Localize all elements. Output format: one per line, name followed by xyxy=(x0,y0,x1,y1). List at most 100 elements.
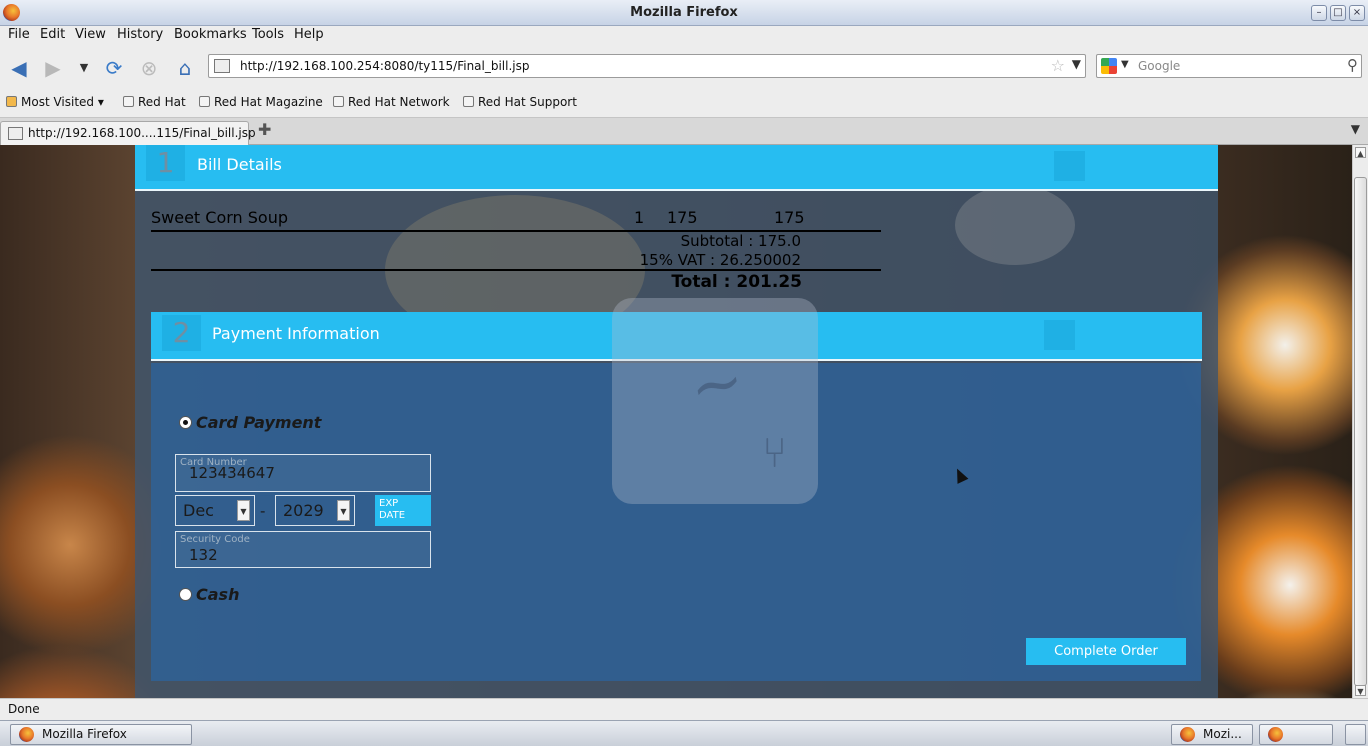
window-titlebar: Mozilla Firefox – □ × xyxy=(0,0,1368,26)
menu-tools[interactable]: Tools xyxy=(252,27,284,42)
section-title: Bill Details xyxy=(197,155,282,174)
chevron-down-icon: ▾ xyxy=(94,95,104,109)
bill-item-amount: 175 xyxy=(774,208,805,227)
url-text[interactable]: http://192.168.100.254:8080/ty115/Final_… xyxy=(240,59,530,73)
order-page: 1 Bill Details Sweet Corn Soup 1 175 175… xyxy=(135,145,1218,698)
exp-month-select[interactable]: Dec ▼ xyxy=(175,495,255,526)
forward-arrow-icon[interactable]: ▶ xyxy=(41,56,65,80)
page-icon xyxy=(8,127,23,140)
tab-strip: http://192.168.100....115/Final_bill.jsp… xyxy=(0,118,1368,145)
bill-subtotal: Subtotal : 175.0 xyxy=(680,232,801,250)
bookmark-icon xyxy=(199,96,210,107)
most-visited-label: Most Visited xyxy=(21,95,95,109)
exp-separator: - xyxy=(260,502,266,520)
bookmarks-toolbar: Most Visited ▾ Red Hat Red Hat Magazine … xyxy=(0,88,1368,118)
bookmark-red-hat-magazine[interactable]: Red Hat Magazine xyxy=(199,95,323,109)
menu-view[interactable]: View xyxy=(75,27,106,42)
taskbar: Mozilla Firefox Mozi... xyxy=(0,720,1368,746)
bill-details-header: 1 Bill Details xyxy=(135,145,1218,191)
fork-icon: ⑂ xyxy=(762,428,788,477)
firefox-icon xyxy=(19,727,34,742)
menu-logo: ~ ⑂ xyxy=(612,298,818,504)
url-dropdown-icon[interactable]: ▼ xyxy=(1072,57,1081,71)
exp-date-badge: EXP DATE xyxy=(375,495,431,526)
home-icon[interactable]: ⌂ xyxy=(173,56,197,80)
tab-label: http://192.168.100....115/Final_bill.jsp xyxy=(28,126,256,140)
section-number: 2 xyxy=(162,315,201,351)
stop-icon[interactable]: ⊗ xyxy=(137,56,161,80)
vertical-scrollbar[interactable]: ▲ ▼ xyxy=(1352,145,1368,698)
menu-edit[interactable]: Edit xyxy=(40,27,65,42)
menu-bookmarks[interactable]: Bookmarks xyxy=(174,27,247,42)
magnifier-icon[interactable]: ⚲ xyxy=(1347,56,1358,74)
url-bar[interactable]: http://192.168.100.254:8080/ty115/Final_… xyxy=(208,54,1086,78)
search-engine-dropdown-icon[interactable]: ▼ xyxy=(1121,59,1129,70)
taskbar-item-firefox-2[interactable]: Mozi... xyxy=(1171,724,1253,745)
exp-year-select[interactable]: 2029 ▼ xyxy=(275,495,355,526)
section-toggle[interactable] xyxy=(1054,151,1085,181)
bookmark-label: Red Hat xyxy=(138,95,186,109)
bill-item-price: 175 xyxy=(667,208,698,227)
scrollbar-thumb[interactable] xyxy=(1354,177,1367,686)
bill-total: Total : 201.25 xyxy=(671,272,802,292)
bookmark-folder-icon xyxy=(6,96,17,107)
chevron-down-icon[interactable]: ▼ xyxy=(337,500,350,521)
workspace-switcher[interactable] xyxy=(1259,724,1333,745)
taskbar-item-firefox[interactable]: Mozilla Firefox xyxy=(10,724,192,745)
card-payment-label[interactable]: Card Payment xyxy=(196,413,321,432)
maximize-button[interactable]: □ xyxy=(1330,5,1346,21)
google-icon[interactable] xyxy=(1101,58,1117,74)
minimize-button[interactable]: – xyxy=(1311,5,1327,21)
complete-order-button[interactable]: Complete Order xyxy=(1026,638,1186,665)
bookmark-red-hat[interactable]: Red Hat xyxy=(123,95,186,109)
status-bar: Done xyxy=(0,698,1368,720)
search-bar[interactable]: ▼ Google ⚲ xyxy=(1096,54,1362,78)
scroll-up-icon[interactable]: ▲ xyxy=(1355,147,1366,158)
taskbar-item-label: Mozi... xyxy=(1203,727,1242,741)
menu-file[interactable]: File xyxy=(8,27,30,42)
cash-label[interactable]: Cash xyxy=(196,585,239,604)
security-code-value: 132 xyxy=(189,546,218,564)
menu-history[interactable]: History xyxy=(117,27,163,42)
security-code-field[interactable]: Security Code 132 xyxy=(175,531,431,568)
card-number-field[interactable]: Card Number 123434647 xyxy=(175,454,431,492)
history-dropdown-icon[interactable]: ▼ xyxy=(72,56,96,80)
reload-icon[interactable]: ⟳ xyxy=(102,56,126,80)
bookmark-red-hat-network[interactable]: Red Hat Network xyxy=(333,95,450,109)
card-payment-radio[interactable] xyxy=(179,416,192,429)
scroll-down-icon[interactable]: ▼ xyxy=(1355,685,1366,696)
bookmark-label: Red Hat Network xyxy=(348,95,450,109)
tab-final-bill[interactable]: http://192.168.100....115/Final_bill.jsp xyxy=(0,121,256,145)
firefox-icon xyxy=(1180,727,1195,742)
navigation-toolbar: ◀ ▶ ▼ ⟳ ⊗ ⌂ http://192.168.100.254:8080/… xyxy=(0,48,1368,88)
show-desktop-icon[interactable] xyxy=(1345,724,1366,745)
section-number: 1 xyxy=(146,145,185,181)
bookmark-red-hat-support[interactable]: Red Hat Support xyxy=(463,95,577,109)
close-button[interactable]: × xyxy=(1349,5,1365,21)
bookmark-icon xyxy=(463,96,474,107)
bookmark-label: Red Hat Magazine xyxy=(214,95,323,109)
section-toggle[interactable] xyxy=(1044,320,1075,350)
taskbar-item-label: Mozilla Firefox xyxy=(42,727,127,741)
bill-item-name: Sweet Corn Soup xyxy=(151,208,289,227)
firefox-icon xyxy=(1268,727,1283,742)
menu-help[interactable]: Help xyxy=(294,27,324,42)
back-arrow-icon[interactable]: ◀ xyxy=(7,56,31,80)
tab-list-chevron-icon[interactable]: ▼ xyxy=(1351,122,1360,136)
exp-month-value: Dec xyxy=(183,501,214,520)
bill-divider xyxy=(151,269,881,271)
bookmark-label: Red Hat Support xyxy=(478,95,577,109)
bookmark-icon xyxy=(123,96,134,107)
bookmark-most-visited[interactable]: Most Visited ▾ xyxy=(6,95,104,109)
security-code-label: Security Code xyxy=(180,534,250,545)
cash-radio[interactable] xyxy=(179,588,192,601)
bookmark-icon xyxy=(333,96,344,107)
status-text: Done xyxy=(8,702,40,716)
search-placeholder[interactable]: Google xyxy=(1138,59,1180,73)
menu-logo-script: ~ xyxy=(683,343,751,427)
window-title: Mozilla Firefox xyxy=(630,5,738,20)
bill-vat: 15% VAT : 26.250002 xyxy=(639,251,801,269)
new-tab-icon[interactable]: ✚ xyxy=(258,120,271,139)
star-icon[interactable]: ☆ xyxy=(1051,56,1065,75)
chevron-down-icon[interactable]: ▼ xyxy=(237,500,250,521)
